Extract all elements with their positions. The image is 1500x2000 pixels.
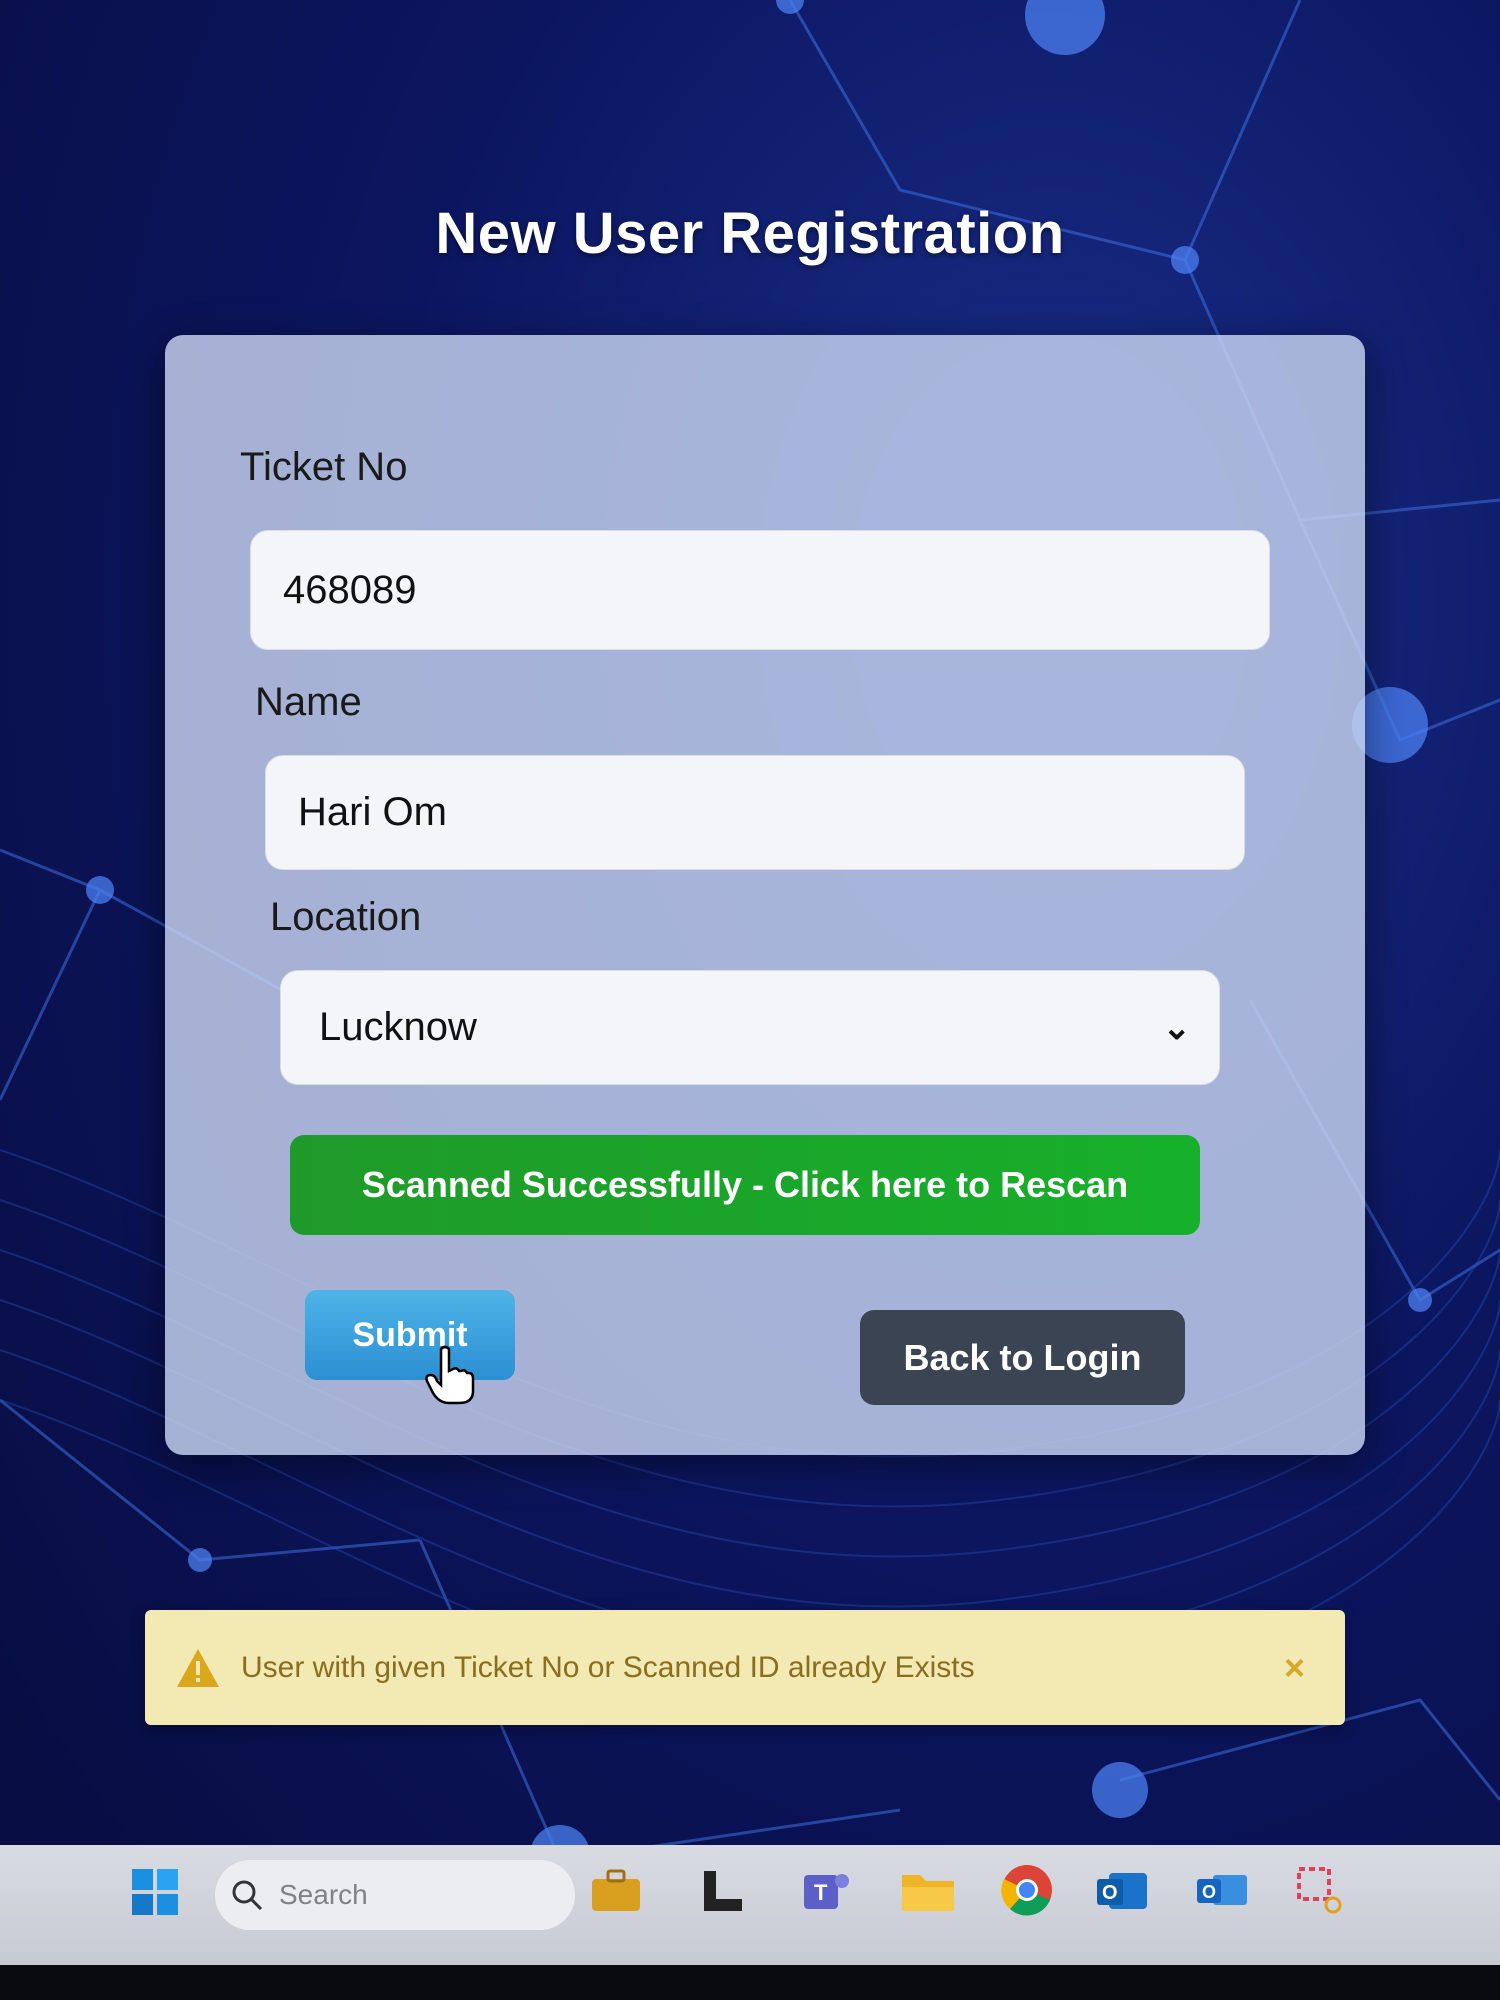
warning-alert: User with given Ticket No or Scanned ID …	[145, 1610, 1345, 1725]
search-placeholder: Search	[279, 1879, 368, 1910]
search-icon	[232, 1880, 263, 1911]
ticket-value: 468089	[283, 567, 417, 612]
close-icon[interactable]: ×	[1284, 1647, 1305, 1689]
outlook-mail-icon[interactable]: O	[1195, 1867, 1249, 1915]
name-value: Hari Om	[298, 790, 447, 834]
chevron-down-icon: ⌄	[1162, 1008, 1192, 1047]
page-title: New User Registration	[435, 201, 1065, 266]
monitor-bezel	[0, 1965, 1500, 2000]
briefcase-icon[interactable]	[590, 1865, 642, 1915]
submit-button[interactable]: Submit	[305, 1290, 515, 1380]
name-label: Name	[255, 680, 362, 724]
warning-icon	[177, 1648, 219, 1687]
windows-start-icon[interactable]	[130, 1867, 180, 1917]
location-label: Location	[270, 895, 422, 939]
ticket-input[interactable]: 468089	[250, 530, 1270, 650]
taskbar: Search T O O	[0, 1845, 1500, 1965]
taskbar-search[interactable]: Search	[215, 1860, 575, 1930]
registration-card: Ticket No 468089 Name Hari Om Location L…	[165, 335, 1365, 1455]
svg-text:T: T	[814, 1880, 828, 1905]
svg-text:O: O	[1202, 1882, 1216, 1902]
ticket-label: Ticket No	[240, 445, 408, 489]
name-input[interactable]: Hari Om	[265, 755, 1245, 870]
back-to-login-button[interactable]: Back to Login	[860, 1310, 1185, 1405]
hand-cursor-icon	[425, 1345, 475, 1405]
alert-message: User with given Ticket No or Scanned ID …	[241, 1650, 975, 1684]
app-icon[interactable]	[700, 1867, 746, 1915]
chrome-icon[interactable]	[1000, 1863, 1054, 1917]
file-explorer-icon[interactable]	[900, 1865, 956, 1915]
rescan-button[interactable]: Scanned Successfully - Click here to Res…	[290, 1135, 1200, 1235]
snipping-tool-icon[interactable]	[1295, 1865, 1349, 1917]
svg-text:O: O	[1102, 1882, 1118, 1904]
teams-icon[interactable]: T	[800, 1865, 852, 1915]
location-select[interactable]: Lucknow ⌄	[280, 970, 1220, 1085]
outlook-icon[interactable]: O	[1095, 1867, 1149, 1915]
location-value: Lucknow	[319, 1005, 477, 1049]
